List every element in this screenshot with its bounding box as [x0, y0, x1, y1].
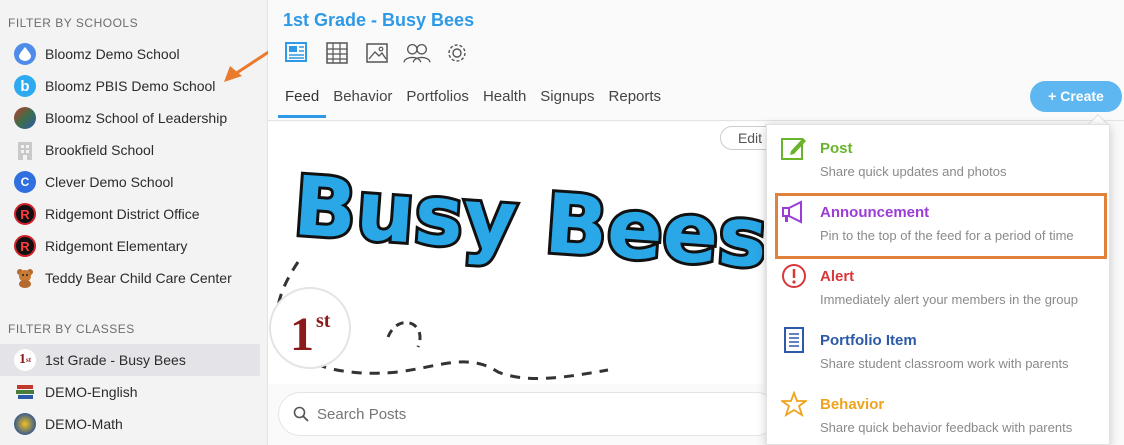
members-icon[interactable] [403, 40, 431, 66]
tab-feed[interactable]: Feed [278, 78, 327, 118]
school-item[interactable]: Bloomz School of Leadership [0, 102, 260, 134]
teddy-bear-icon [14, 267, 36, 289]
behavior-title: Behavior [820, 396, 885, 413]
first-grade-icon: 1st [14, 349, 36, 371]
tab-portfolios[interactable]: Portfolios [399, 78, 476, 118]
tab-behavior[interactable]: Behavior [326, 78, 399, 118]
building-icon [14, 139, 36, 161]
create-portfolio-item[interactable]: Portfolio Item Share student classroom w… [767, 317, 1111, 380]
group-title: 1st Grade - Busy Bees [283, 10, 475, 30]
school-item[interactable]: R Ridgemont District Office [0, 198, 260, 230]
school-label: Teddy Bear Child Care Center [45, 270, 232, 286]
alert-title: Alert [820, 268, 855, 285]
banner-grade-suffix: st [316, 310, 331, 332]
gear-icon[interactable] [443, 40, 471, 66]
toolbar [283, 40, 471, 66]
tab-reports[interactable]: Reports [602, 78, 669, 118]
calendar-grid-icon[interactable] [323, 40, 351, 66]
class-item[interactable]: DEMO-English [0, 376, 260, 408]
class-label: DEMO-English [45, 384, 138, 400]
leadership-logo-icon [14, 107, 36, 129]
post-desc: Share quick updates and photos [820, 164, 1007, 179]
school-label: Bloomz School of Leadership [45, 110, 228, 126]
alert-desc: Immediately alert your members in the gr… [820, 292, 1078, 307]
alert-exclamation-icon [781, 263, 807, 289]
post-title: Post [820, 140, 853, 157]
portfolio-desc: Share student classroom work with parent… [820, 356, 1069, 371]
class-item[interactable]: DEMO-Math [0, 408, 260, 440]
school-label: Bloomz PBIS Demo School [45, 78, 216, 94]
create-dropdown: Post Share quick updates and photos Anno… [766, 124, 1110, 445]
bloomz-drop-icon [14, 43, 36, 65]
school-item[interactable]: R Ridgemont Elementary [0, 230, 260, 262]
bloomz-b-icon: b [14, 75, 36, 97]
class-label: DEMO-Math [45, 416, 123, 432]
search-icon [293, 406, 309, 422]
math-spiral-icon [14, 413, 36, 435]
school-label: Ridgemont Elementary [45, 238, 188, 254]
school-label: Brookfield School [45, 142, 154, 158]
school-item[interactable]: Teddy Bear Child Care Center [0, 262, 260, 294]
star-icon [781, 391, 807, 417]
document-icon [781, 327, 807, 353]
photo-icon[interactable] [363, 40, 391, 66]
school-item[interactable]: Brookfield School [0, 134, 260, 166]
search-input[interactable] [317, 405, 697, 423]
class-label: 1st Grade - Busy Bees [45, 352, 186, 368]
tab-health[interactable]: Health [476, 78, 533, 118]
portfolio-title: Portfolio Item [820, 332, 917, 349]
school-label: Bloomz Demo School [45, 46, 180, 62]
create-post-item[interactable]: Post Share quick updates and photos [767, 125, 1111, 188]
ridgemont-r-icon: R [14, 235, 36, 257]
class-list: 1st 1st Grade - Busy Bees DEMO-English D… [0, 344, 260, 440]
class-item-active[interactable]: 1st 1st Grade - Busy Bees [0, 344, 260, 376]
filter-classes-title: FILTER BY CLASSES [8, 322, 135, 336]
annotation-highlight-box [775, 193, 1107, 259]
pencil-square-icon [781, 135, 807, 161]
tab-signups[interactable]: Signups [533, 78, 601, 118]
filter-schools-title: FILTER BY SCHOOLS [8, 16, 139, 30]
create-button[interactable]: + Create [1030, 81, 1122, 112]
school-label: Clever Demo School [45, 174, 174, 190]
ridgemont-r-icon: R [14, 203, 36, 225]
school-label: Ridgemont District Office [45, 206, 200, 222]
search-bar[interactable] [278, 392, 778, 436]
banner-grade: 1 [290, 308, 314, 361]
school-item[interactable]: C Clever Demo School [0, 166, 260, 198]
newsletter-icon[interactable] [283, 40, 311, 66]
clever-c-icon: C [14, 171, 36, 193]
books-icon [14, 381, 36, 403]
create-alert-item[interactable]: Alert Immediately alert your members in … [767, 253, 1111, 316]
tab-bar: Feed Behavior Portfolios Health Signups … [278, 78, 668, 120]
cover-banner: Busy Bees 1 st [268, 122, 764, 384]
behavior-desc: Share quick behavior feedback with paren… [820, 420, 1073, 435]
busy-bees-banner-art: Busy Bees 1 st [269, 156, 764, 380]
create-behavior-item[interactable]: Behavior Share quick behavior feedback w… [767, 381, 1111, 444]
banner-text: Busy Bees [291, 159, 764, 287]
tab-divider [268, 120, 1124, 121]
